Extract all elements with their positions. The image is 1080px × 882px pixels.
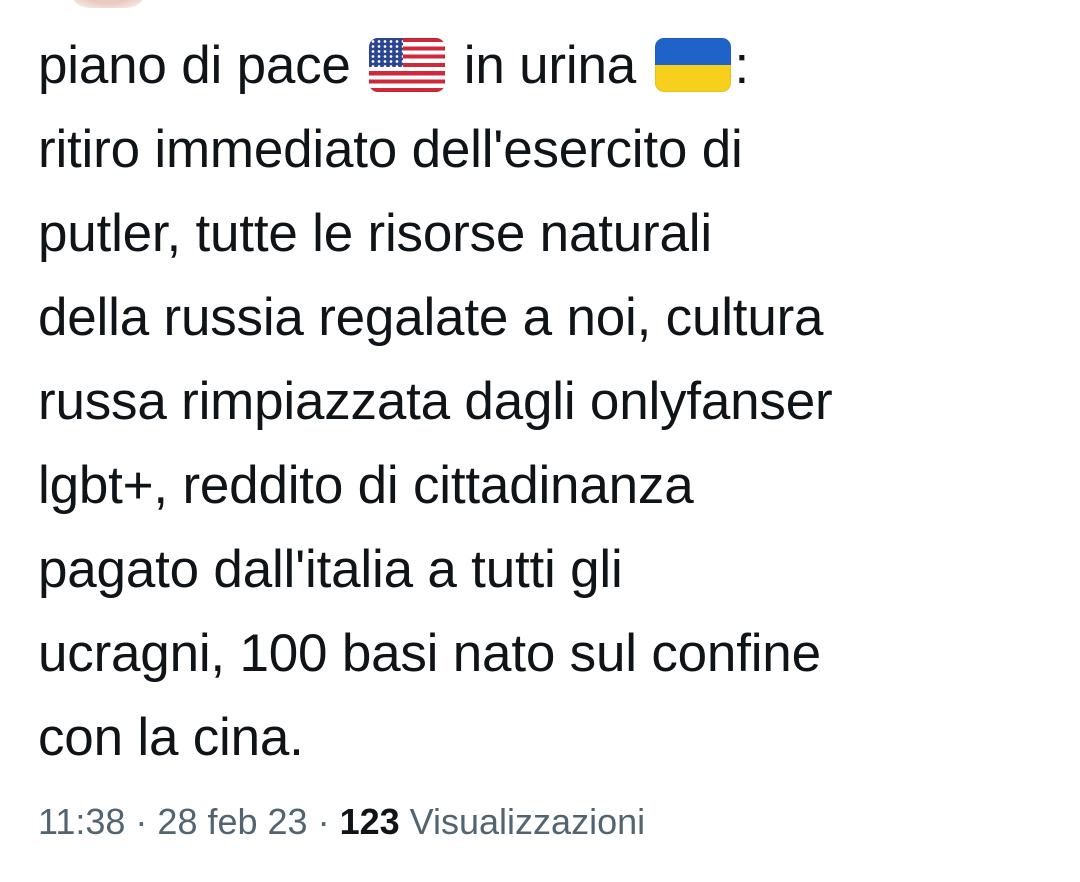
tweet-line: russa rimpiazzata dagli onlyfanser [38, 372, 833, 431]
tweet-line: con la cina. [38, 708, 304, 767]
tweet-text-segment: in urina [463, 36, 637, 95]
meta-separator: · [135, 801, 148, 842]
tweet-line: piano di pace in urina : [38, 24, 1058, 108]
united-states-flag-icon [369, 38, 446, 92]
tweet-line: della russia regalate a noi, cultura [38, 288, 824, 347]
meta-separator: · [317, 801, 330, 842]
avatar[interactable] [68, 0, 148, 8]
ukraine-flag-icon [654, 38, 731, 92]
tweet-time[interactable]: 11:38 [38, 801, 125, 842]
tweet-line: ritiro immediato dell'esercito di [38, 120, 743, 179]
tweet-text-segment: : [734, 36, 750, 95]
tweet-line: pagato dall'italia a tutti gli [38, 540, 623, 599]
tweet-text-segment: piano di pace [38, 36, 351, 95]
tweet-date[interactable]: 28 feb 23 [157, 801, 307, 842]
tweet-meta: 11:38 · 28 feb 23 · 123 Visualizzazioni [38, 800, 645, 844]
views-count[interactable]: 123 [340, 801, 400, 842]
views-label[interactable]: Visualizzazioni [410, 801, 645, 842]
tweet-text: piano di pace in urina : ritiro immediat… [38, 24, 1058, 780]
tweet-line: lgbt+, reddito di cittadinanza [38, 456, 694, 515]
tweet-line: ucragni, 100 basi nato sul confine [38, 624, 821, 683]
tweet-line: putler, tutte le risorse naturali [38, 204, 712, 263]
